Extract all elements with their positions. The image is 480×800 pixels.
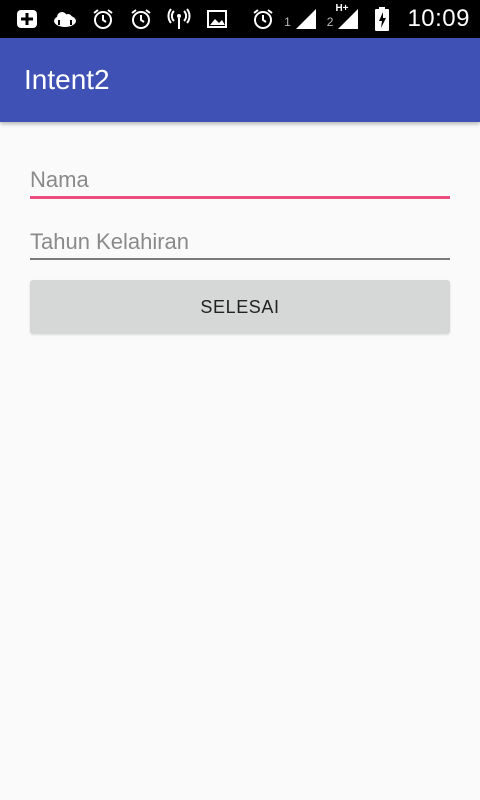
alarm-icon <box>250 6 276 32</box>
name-input-underline <box>30 196 450 199</box>
submit-button[interactable]: SELESAI <box>30 280 450 334</box>
birth-year-field-container <box>30 222 450 278</box>
cloud-sync-icon <box>52 6 78 32</box>
battery-plus-icon <box>14 6 40 32</box>
wifi-tower-icon <box>166 6 192 32</box>
alarm-icon <box>128 6 154 32</box>
form: SELESAI <box>30 122 450 334</box>
alarm-icon <box>90 6 116 32</box>
signal-icon <box>293 6 319 32</box>
name-field-container <box>30 160 450 216</box>
system-icons: 1 2 H+ 10:09 <box>250 3 470 33</box>
signal-icon: H+ <box>335 3 361 32</box>
sim2-label: 2 <box>326 15 334 29</box>
app-bar: Intent2 <box>0 38 480 122</box>
battery-charging-icon <box>369 6 395 32</box>
name-input[interactable] <box>30 160 450 200</box>
status-bar: 1 2 H+ 10:09 <box>0 0 480 38</box>
notification-icons <box>14 6 230 32</box>
app-title: Intent2 <box>24 64 110 95</box>
clock: 10:09 <box>407 5 470 32</box>
birth-year-input-underline <box>30 258 450 260</box>
birth-year-input[interactable] <box>30 222 450 262</box>
sim1-label: 1 <box>284 15 291 29</box>
image-icon <box>204 6 230 32</box>
network-type-label: H+ <box>335 3 349 14</box>
